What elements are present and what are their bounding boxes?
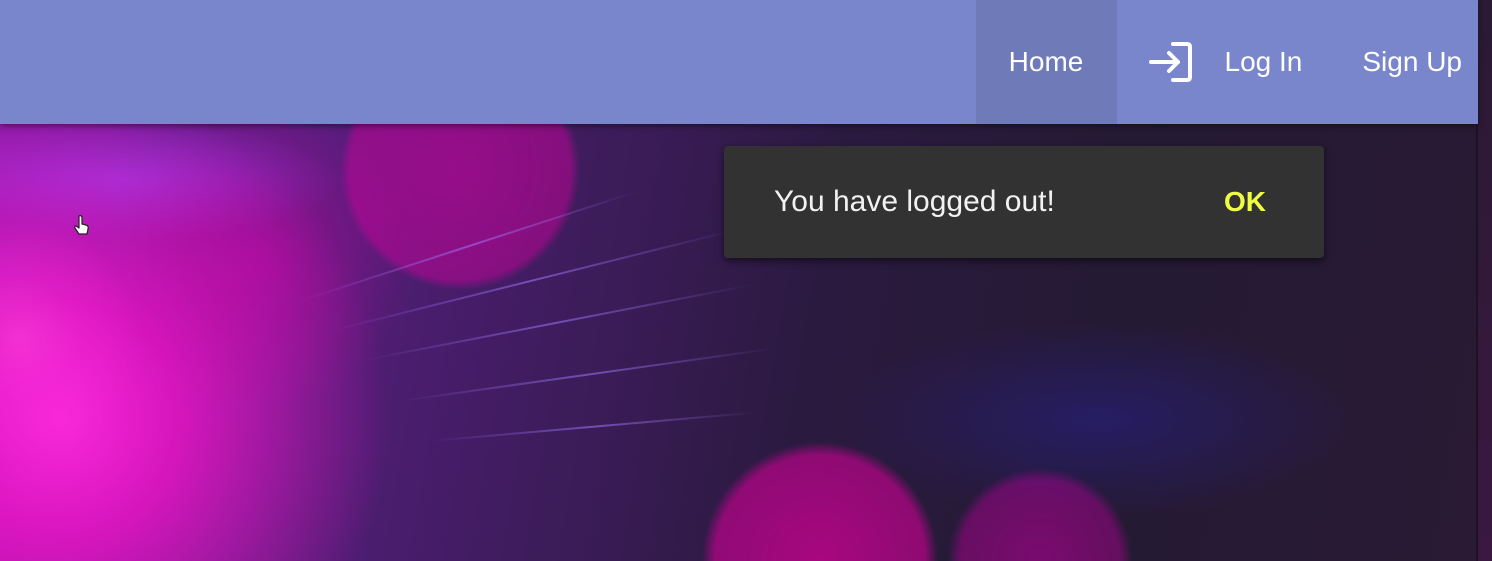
- scrollbar-track[interactable]: [1478, 0, 1492, 561]
- login-icon: [1148, 42, 1193, 82]
- nav-login-label: Log In: [1224, 46, 1303, 77]
- app-bar: Home Log In Sign Up: [0, 0, 1478, 124]
- nav-login-button[interactable]: Log In: [1117, 0, 1333, 124]
- nav-home-button[interactable]: Home: [975, 0, 1117, 124]
- page: Home Log In Sign Up You have logged out!…: [0, 0, 1492, 561]
- light-streak: [429, 411, 759, 442]
- snackbar-ok-button[interactable]: OK: [1224, 146, 1266, 258]
- nav-signup-button[interactable]: Sign Up: [1332, 0, 1478, 124]
- snackbar-message: You have logged out!: [774, 185, 1055, 218]
- logout-snackbar: You have logged out! OK: [724, 146, 1324, 258]
- hand-pointer-icon: [72, 214, 92, 236]
- light-streak: [399, 347, 777, 402]
- main-nav: Home Log In Sign Up: [975, 0, 1478, 124]
- nav-home-label: Home: [1008, 46, 1084, 77]
- light-streak: [299, 188, 643, 302]
- light-streak: [359, 283, 753, 362]
- nav-signup-label: Sign Up: [1362, 46, 1462, 77]
- light-streak: [329, 228, 738, 332]
